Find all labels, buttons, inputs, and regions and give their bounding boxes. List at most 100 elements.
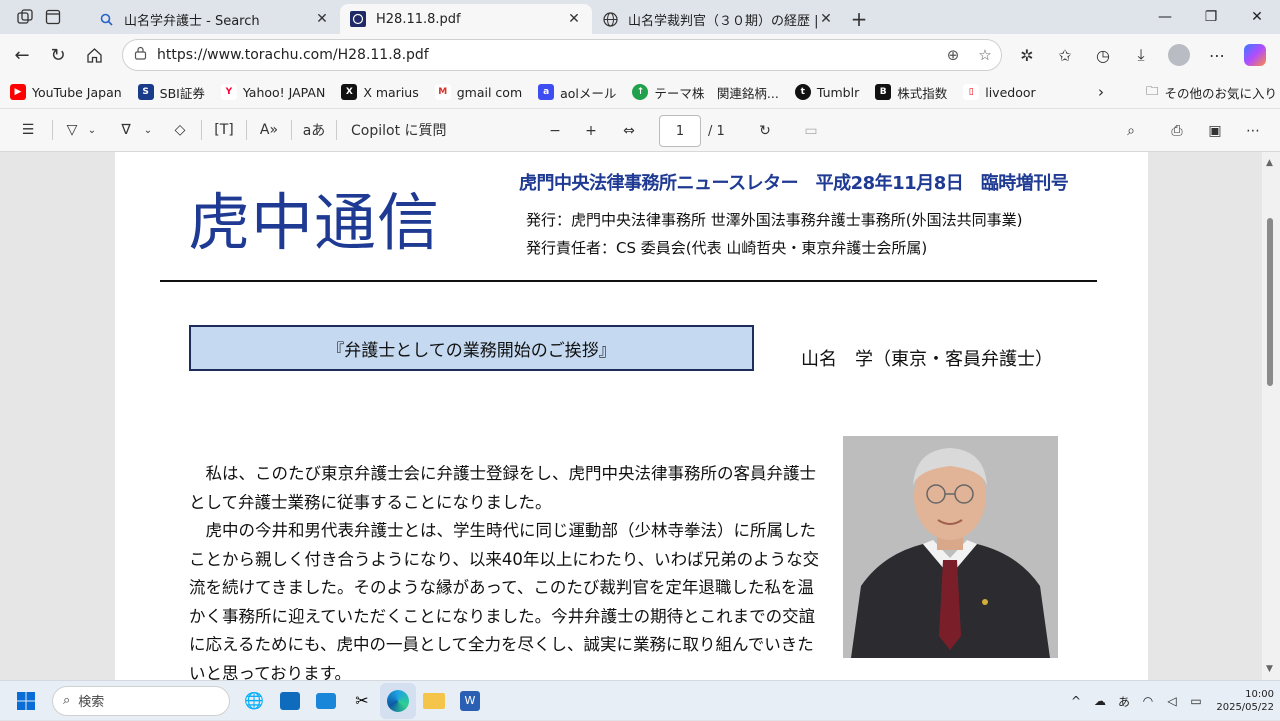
pdf-viewer[interactable]: 虎中通信 虎門中央法律事務所ニュースレター 平成28年11月8日 臨時増刊号 発… (0, 152, 1262, 680)
zoom-icon[interactable]: ⊕ (937, 46, 969, 64)
scroll-up-icon[interactable]: ▲ (1266, 158, 1273, 168)
find-icon[interactable]: ⌕ (1116, 116, 1146, 146)
bookmark-index[interactable]: B 株式指数 (875, 83, 947, 102)
cloud-icon[interactable]: ☁ (1088, 694, 1112, 708)
pdf-icon (350, 11, 366, 27)
bookmark-youtube[interactable]: ▶ YouTube Japan (10, 84, 122, 100)
save-icon[interactable]: ▣ (1200, 116, 1230, 146)
chevron-right-icon[interactable]: › (1098, 76, 1104, 108)
tab-title: 山名学裁判官（３０期）の経歴 | (628, 13, 818, 29)
scroll-thumb[interactable] (1267, 218, 1273, 386)
history-icon[interactable]: ◷ (1084, 37, 1122, 73)
edge-icon[interactable] (380, 682, 416, 719)
yahoo-icon: Y (220, 84, 237, 100)
sbi-icon: S (137, 84, 154, 100)
favorites-icon[interactable]: ✩ (1046, 37, 1084, 73)
bookmark-x[interactable]: X X marius (341, 84, 419, 100)
zoom-out-icon[interactable]: − (540, 116, 570, 146)
eraser-icon[interactable]: ◇ (165, 115, 195, 145)
file-explorer-icon[interactable] (416, 683, 452, 719)
youtube-icon: ▶ (10, 84, 26, 100)
url-bar[interactable]: https://www.torachu.com/H28.11.8.pdf ⊕ ☆ (122, 39, 1002, 71)
page-number-input[interactable]: 1 (659, 115, 701, 147)
highlight-icon[interactable]: ▽ (59, 115, 85, 145)
more-menu-icon[interactable]: ⋯ (1198, 37, 1236, 73)
read-aloud-icon[interactable]: A» (253, 115, 285, 145)
restore-icon[interactable]: ❐ (1188, 0, 1234, 34)
mail-icon[interactable] (308, 683, 344, 719)
bookmark-yahoo[interactable]: Y Yahoo! JAPAN (220, 84, 325, 100)
newsletter-heading: 虎門中央法律事務所ニュースレター 平成28年11月8日 臨時増刊号 (519, 173, 1069, 194)
bookmark-sbi[interactable]: S SBI証券 (137, 83, 205, 102)
bookmark-theme[interactable]: ↑ テーマ株 関連銘柄... (632, 83, 779, 102)
bookmark-label: gmail com (456, 84, 523, 100)
outlook-icon[interactable] (272, 683, 308, 719)
close-icon[interactable]: ✕ (818, 11, 834, 27)
close-icon[interactable]: ✕ (314, 11, 330, 27)
snipping-tool-icon[interactable]: ✂ (344, 683, 380, 719)
masthead-title: 虎中通信 (188, 186, 441, 259)
windows-start-icon[interactable] (8, 683, 44, 719)
copilot-icon[interactable] (1236, 37, 1274, 73)
scroll-down-icon[interactable]: ▼ (1266, 664, 1273, 674)
article-author: 山名 学（東京・客員弁護士） (801, 349, 1053, 370)
refresh-icon[interactable]: ↻ (40, 37, 76, 73)
gmail-icon: M (434, 84, 451, 100)
wifi-icon[interactable]: ◠ (1136, 694, 1160, 708)
battery-icon[interactable]: ▭ (1184, 694, 1208, 708)
vertical-tabs-icon[interactable] (42, 6, 64, 28)
page-view-icon[interactable]: ▭ (796, 116, 826, 146)
pdf-page: 虎中通信 虎門中央法律事務所ニュースレター 平成28年11月8日 臨時増刊号 発… (115, 152, 1148, 680)
widgets-icon[interactable]: 🌐 (236, 683, 272, 719)
author-portrait (843, 436, 1058, 658)
downloads-icon[interactable]: ⤓ (1122, 37, 1160, 73)
translate-icon[interactable]: aあ (298, 115, 330, 145)
tab-pdf[interactable]: H28.11.8.pdf ✕ (340, 4, 592, 34)
copilot-ask-button[interactable]: Copilot に質問 (343, 115, 455, 145)
fit-page-icon[interactable]: ⇔ (614, 116, 644, 146)
print-icon[interactable]: ⎙ (1162, 116, 1192, 146)
tab-career[interactable]: 山名学裁判官（３０期）の経歴 | ✕ (592, 4, 844, 34)
profile-avatar[interactable] (1160, 37, 1198, 73)
extensions-icon[interactable]: ✲ (1008, 37, 1046, 73)
back-icon[interactable]: ← (4, 37, 40, 73)
divider (201, 120, 202, 140)
rotate-icon[interactable]: ↻ (750, 116, 780, 146)
clock-date: 2025/05/22 (1216, 702, 1274, 713)
chevron-up-icon[interactable]: ^ (1064, 694, 1088, 708)
body-paragraph: 虎中の今井和男代表弁護士とは、学生時代に同じ運動部（少林寺拳法）に所属したことか… (189, 521, 820, 680)
draw-icon[interactable]: ∇ (111, 115, 141, 145)
page-total: / 1 (708, 123, 725, 139)
site-info-icon[interactable] (123, 46, 157, 64)
tab-search[interactable]: 山名学弁護士 - Search ✕ (88, 4, 340, 34)
chevron-down-icon[interactable]: ⌄ (85, 115, 99, 145)
bookmark-aol[interactable]: a aolメール (538, 83, 616, 102)
workspaces-icon[interactable] (14, 6, 36, 28)
favorite-star-icon[interactable]: ☆ (969, 46, 1001, 64)
close-window-icon[interactable]: ✕ (1234, 0, 1280, 34)
bookmark-livedoor[interactable]: ▯ livedoor (963, 84, 1036, 100)
window-controls: — ❐ ✕ (1142, 0, 1280, 34)
other-favorites[interactable]: 🗀 その他のお気に入り (1146, 76, 1277, 108)
tab-actions (0, 0, 88, 34)
more-options-icon[interactable]: ⋯ (1238, 116, 1268, 146)
zoom-in-icon[interactable]: + (576, 116, 606, 146)
other-favorites-label: その他のお気に入り (1164, 85, 1278, 101)
new-tab-button[interactable]: + (844, 4, 874, 34)
bookmark-gmail[interactable]: Mgmail com (434, 84, 523, 100)
bookmark-tumblr[interactable]: t Tumblr (794, 84, 859, 100)
home-icon[interactable] (76, 37, 112, 73)
contents-icon[interactable]: ☰ (10, 115, 46, 145)
system-tray: ^ ☁ あ ◠ ◁ ▭ 10:00 2025/05/22 (1064, 681, 1274, 721)
close-icon[interactable]: ✕ (566, 11, 582, 27)
volume-icon[interactable]: ◁ (1160, 694, 1184, 708)
word-icon[interactable]: W (452, 683, 488, 719)
taskbar-search[interactable]: ⌕ 検索 (52, 685, 230, 716)
ime-indicator[interactable]: あ (1112, 693, 1136, 710)
chevron-down-icon[interactable]: ⌄ (141, 115, 155, 145)
text-box-icon[interactable]: [T] (208, 115, 240, 145)
clock[interactable]: 10:00 2025/05/22 (1216, 688, 1274, 714)
vertical-scrollbar[interactable]: ▲ ▼ (1262, 152, 1280, 680)
search-icon: ⌕ (63, 693, 71, 708)
minimize-icon[interactable]: — (1142, 0, 1188, 34)
